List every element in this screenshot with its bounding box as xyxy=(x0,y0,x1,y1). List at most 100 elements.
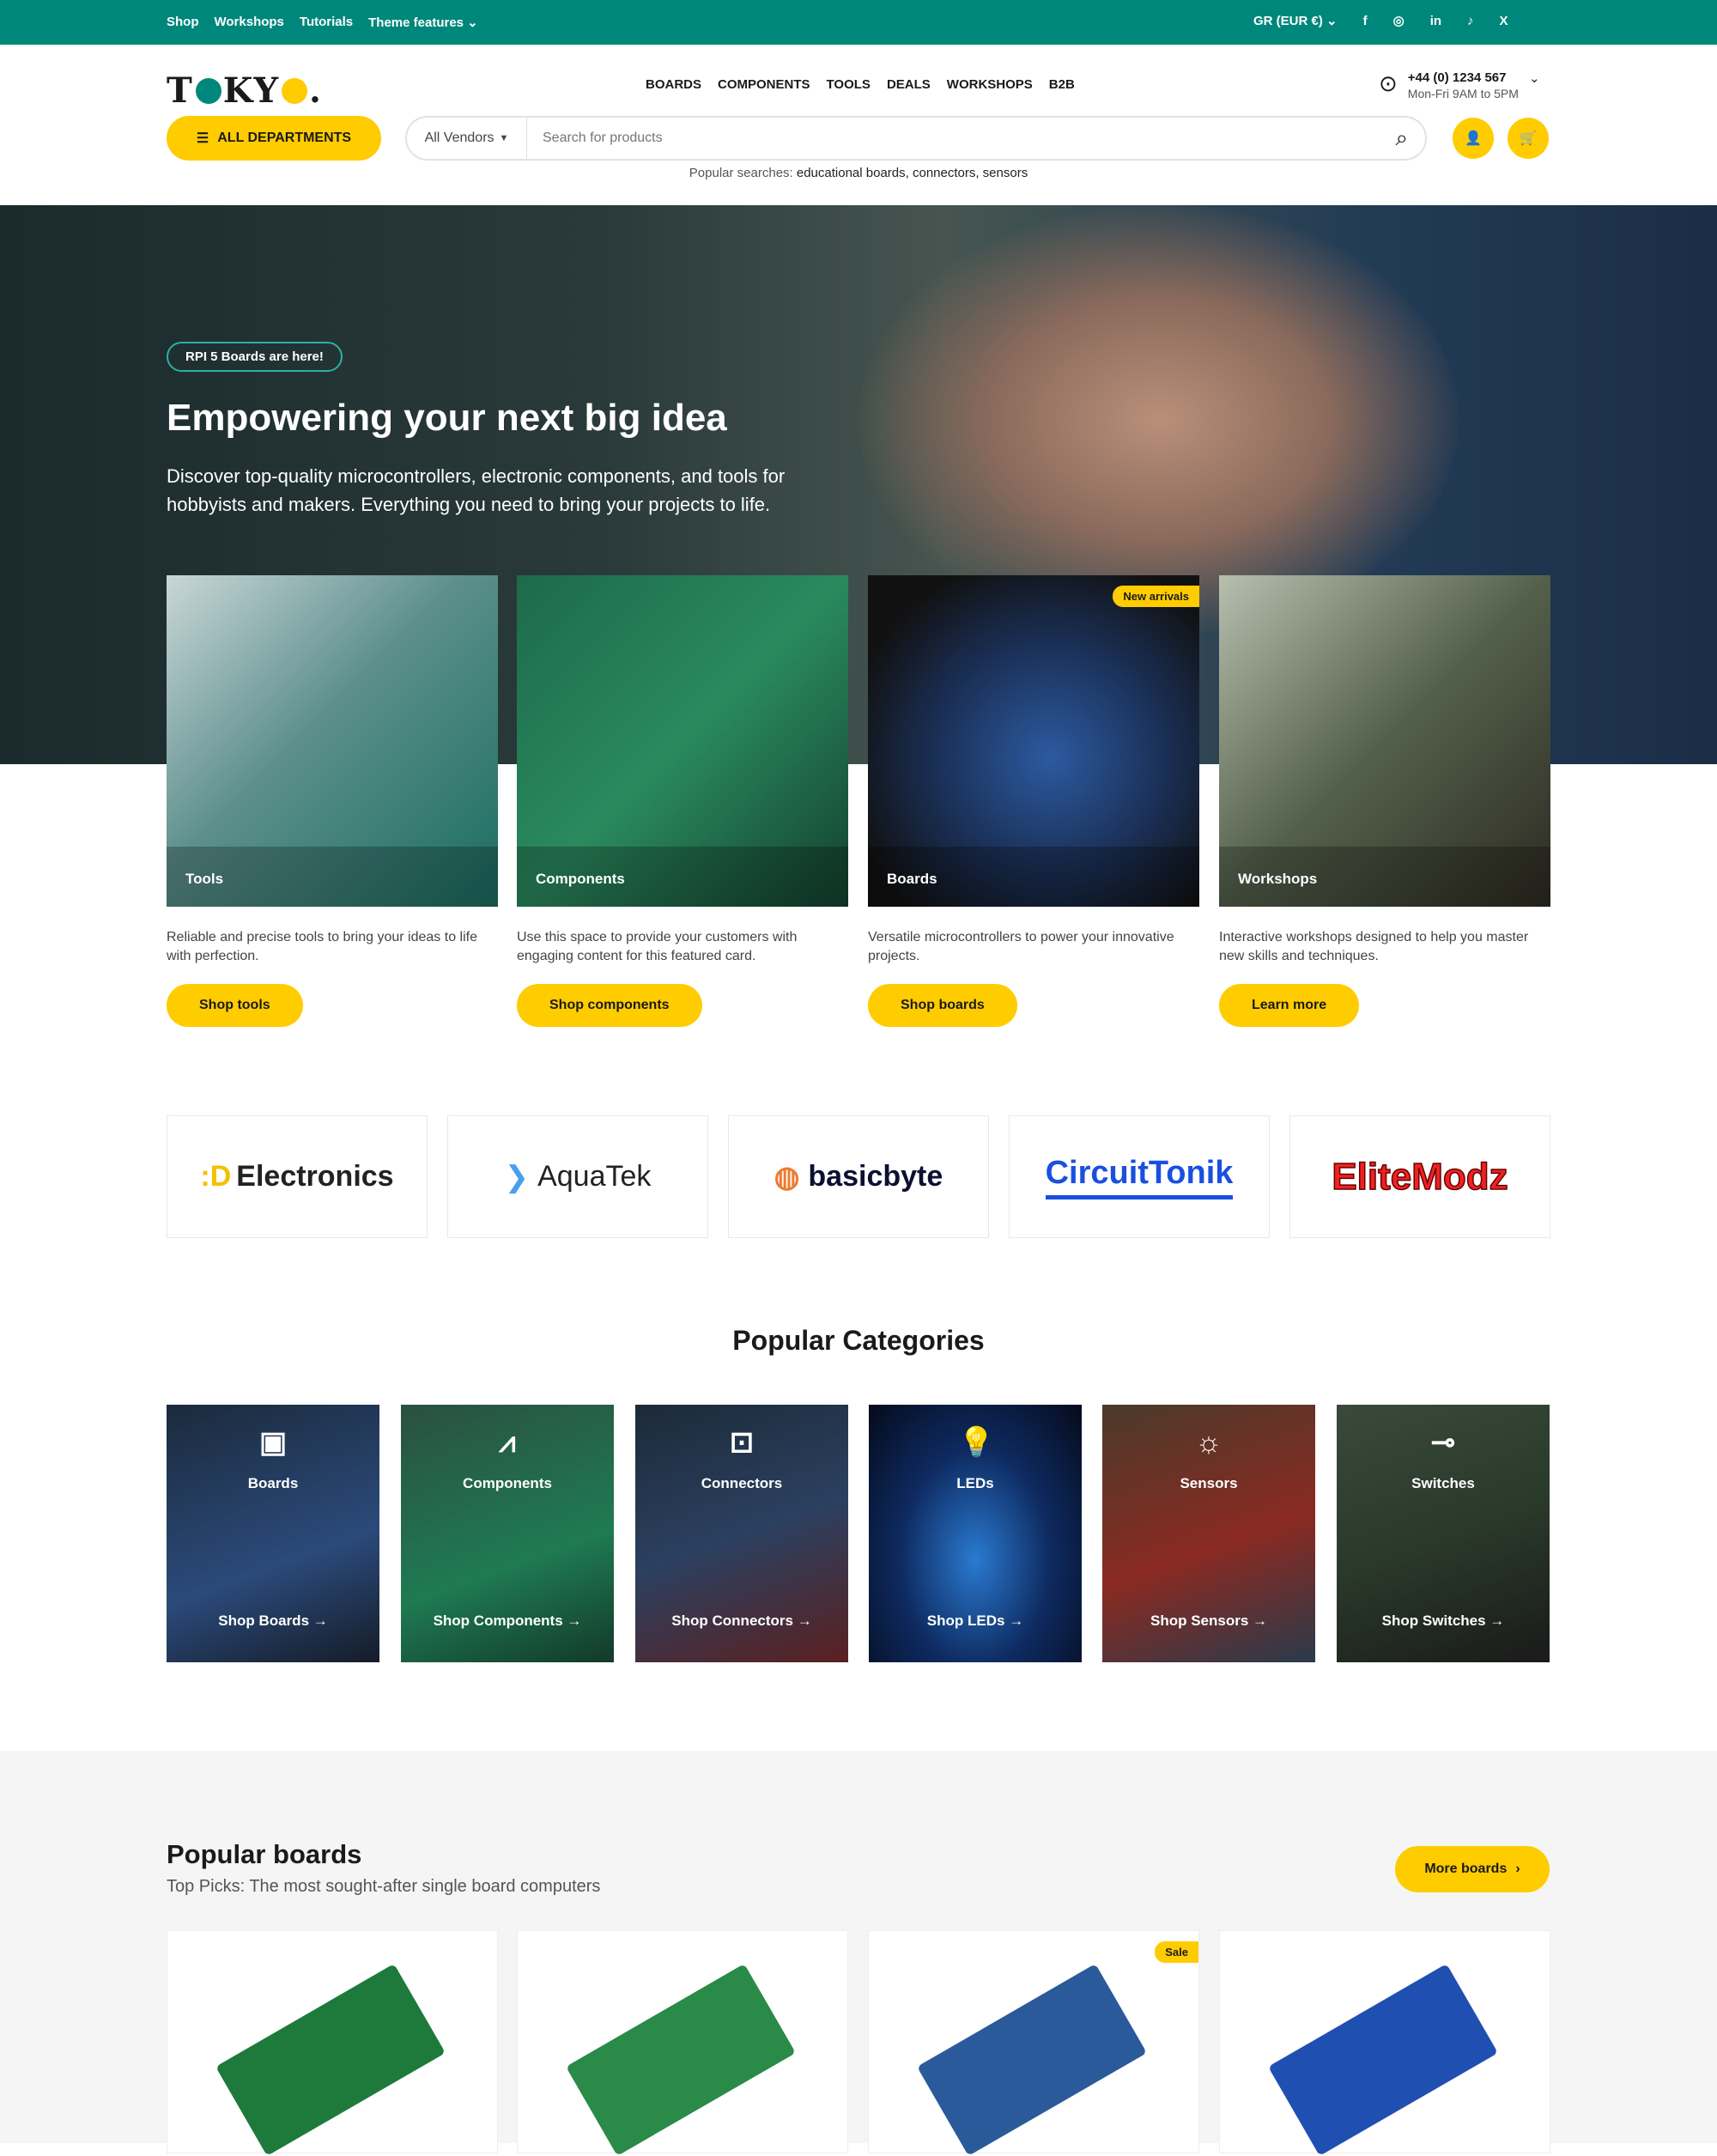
brand-basicbyte[interactable]: ◍ basicbyte xyxy=(728,1115,989,1238)
hero-title: Empowering your next big idea xyxy=(167,397,727,439)
category-name: LEDs xyxy=(956,1475,994,1491)
popular-terms[interactable]: educational boards, connectors, sensors xyxy=(797,166,1028,180)
card-label: Boards xyxy=(887,871,937,887)
card-description: Use this space to provide your customers… xyxy=(517,930,798,963)
topbar-link-theme-features[interactable]: Theme features ⌄ xyxy=(368,15,478,30)
product-card[interactable]: Sale xyxy=(868,1930,1199,2156)
menu-icon: ☰ xyxy=(196,131,209,146)
nav-tools[interactable]: TOOLS xyxy=(827,77,871,92)
category-components[interactable]: ⩘ Components Shop Components → xyxy=(401,1405,614,1662)
card-label: Components xyxy=(536,871,625,887)
card-description: Reliable and precise tools to bring your… xyxy=(167,930,477,963)
product-image xyxy=(917,1964,1147,2156)
product-card[interactable] xyxy=(517,1930,848,2156)
product-image xyxy=(566,1964,796,2156)
new-arrivals-badge: New arrivals xyxy=(1113,586,1199,607)
x-icon[interactable]: X xyxy=(1500,14,1508,28)
learn-more-button[interactable]: Learn more xyxy=(1219,984,1360,1027)
currency-selector[interactable]: GR (EUR €) ⌄ xyxy=(1253,13,1338,28)
location-pin-icon: ⊙ xyxy=(1379,70,1398,96)
search-input[interactable] xyxy=(527,131,1396,146)
card-tools[interactable]: Tools xyxy=(167,575,498,907)
cart-button[interactable]: 🛒 xyxy=(1508,118,1549,159)
product-card[interactable] xyxy=(1219,1930,1550,2156)
popular-categories-title: Popular Categories xyxy=(732,1325,985,1356)
instagram-icon[interactable]: ◎ xyxy=(1393,13,1405,28)
contact-info[interactable]: ⊙ +44 (0) 1234 567 Mon-Fri 9AM to 5PM ⌄ xyxy=(1379,70,1540,100)
search-bar: All Vendors ▼ ⌕ xyxy=(405,116,1427,161)
category-link[interactable]: Shop Sensors → xyxy=(1102,1612,1315,1630)
solar-panel-icon: ☼ xyxy=(1195,1426,1223,1459)
facebook-icon[interactable]: f xyxy=(1363,14,1368,28)
product-image xyxy=(215,1964,446,2156)
nav-components[interactable]: COMPONENTS xyxy=(718,77,810,92)
shop-components-button[interactable]: Shop components xyxy=(517,984,702,1027)
popular-label: Popular searches: xyxy=(689,166,793,180)
brand-elitemodz[interactable]: EliteModz xyxy=(1289,1115,1550,1238)
nav-b2b[interactable]: B2B xyxy=(1049,77,1075,92)
category-link[interactable]: Shop LEDs → xyxy=(869,1612,1082,1630)
card-workshops[interactable]: Workshops xyxy=(1219,575,1550,907)
vendor-select[interactable]: All Vendors ▼ xyxy=(407,118,527,159)
popular-searches: Popular searches: educational boards, co… xyxy=(0,166,1717,180)
logo[interactable]: T KY. xyxy=(167,70,323,111)
all-departments-button[interactable]: ☰ ALL DEPARTMENTS xyxy=(167,116,381,161)
product-card[interactable] xyxy=(167,1930,498,2156)
topbar-link-shop[interactable]: Shop xyxy=(167,15,199,30)
category-leds[interactable]: 💡 LEDs Shop LEDs → xyxy=(869,1405,1082,1662)
category-link[interactable]: Shop Boards → xyxy=(167,1612,379,1630)
more-boards-button[interactable]: More boards › xyxy=(1395,1846,1550,1892)
card-label: Tools xyxy=(185,871,224,887)
chevron-down-icon: ⌄ xyxy=(1528,71,1540,86)
brand-electronics[interactable]: :D Electronics xyxy=(167,1115,428,1238)
brand-name: CircuitTonik xyxy=(1045,1155,1234,1199)
chip-icon: ▣ xyxy=(258,1426,288,1459)
topbar-link-workshops[interactable]: Workshops xyxy=(215,15,284,30)
more-boards-label: More boards xyxy=(1424,1861,1508,1876)
shop-boards-button[interactable]: Shop boards xyxy=(868,984,1017,1027)
topbar-link-tutorials[interactable]: Tutorials xyxy=(300,15,353,30)
account-button[interactable]: 👤 xyxy=(1453,118,1494,159)
sale-badge: Sale xyxy=(1155,1941,1198,1963)
card-components[interactable]: Components xyxy=(517,575,848,907)
nav-workshops[interactable]: WORKSHOPS xyxy=(947,77,1033,92)
popular-boards-subtitle: Top Picks: The most sought-after single … xyxy=(167,1877,601,1896)
category-name: Boards xyxy=(247,1475,299,1491)
phone-number: +44 (0) 1234 567 xyxy=(1407,70,1507,85)
opening-hours: Mon-Fri 9AM to 5PM xyxy=(1407,87,1519,100)
card-boards[interactable]: Boards New arrivals xyxy=(868,575,1199,907)
search-icon[interactable]: ⌕ xyxy=(1395,125,1408,152)
nav-deals[interactable]: DEALS xyxy=(887,77,931,92)
category-name: Switches xyxy=(1411,1475,1475,1491)
brand-name: Electronics xyxy=(236,1160,394,1193)
card-description: Versatile microcontrollers to power your… xyxy=(868,930,1174,963)
top-bar: Shop Workshops Tutorials Theme features … xyxy=(0,0,1717,45)
chevron-right-icon: › xyxy=(1515,1861,1520,1876)
vendor-label: All Vendors xyxy=(424,131,494,145)
brand-circuittonik[interactable]: CircuitTonik xyxy=(1009,1115,1270,1238)
cart-icon: 🛒 xyxy=(1520,131,1537,146)
category-sensors[interactable]: ☼ Sensors Shop Sensors → xyxy=(1102,1405,1315,1662)
connector-icon: ⊡ xyxy=(729,1426,755,1459)
shop-tools-button[interactable]: Shop tools xyxy=(167,984,303,1027)
category-name: Sensors xyxy=(1180,1475,1238,1491)
category-link[interactable]: Shop Switches → xyxy=(1337,1612,1550,1630)
hero-description: Discover top-quality microcontrollers, e… xyxy=(167,465,786,515)
category-switches[interactable]: ⊸ Switches Shop Switches → xyxy=(1337,1405,1550,1662)
linkedin-icon[interactable]: in xyxy=(1430,14,1441,28)
category-link[interactable]: Shop Connectors → xyxy=(635,1612,848,1630)
user-icon: 👤 xyxy=(1465,131,1482,146)
category-link[interactable]: Shop Components → xyxy=(401,1612,614,1630)
brand-name: basicbyte xyxy=(808,1160,943,1193)
tiktok-icon[interactable]: ♪ xyxy=(1467,14,1474,28)
category-boards[interactable]: ▣ Boards Shop Boards → xyxy=(167,1405,379,1662)
switch-icon: ⊸ xyxy=(1430,1426,1456,1459)
card-description: Interactive workshops designed to help y… xyxy=(1219,930,1529,963)
nav-boards[interactable]: BOARDS xyxy=(646,77,701,92)
category-connectors[interactable]: ⊡ Connectors Shop Connectors → xyxy=(635,1405,848,1662)
bulb-icon: 💡 xyxy=(958,1426,995,1459)
main-nav: BOARDS COMPONENTS TOOLS DEALS WORKSHOPS … xyxy=(646,77,1075,92)
caret-down-icon: ▼ xyxy=(499,133,509,143)
brand-name: AquaTek xyxy=(537,1160,652,1193)
brand-aquatek[interactable]: ❯ AquaTek xyxy=(447,1115,708,1238)
